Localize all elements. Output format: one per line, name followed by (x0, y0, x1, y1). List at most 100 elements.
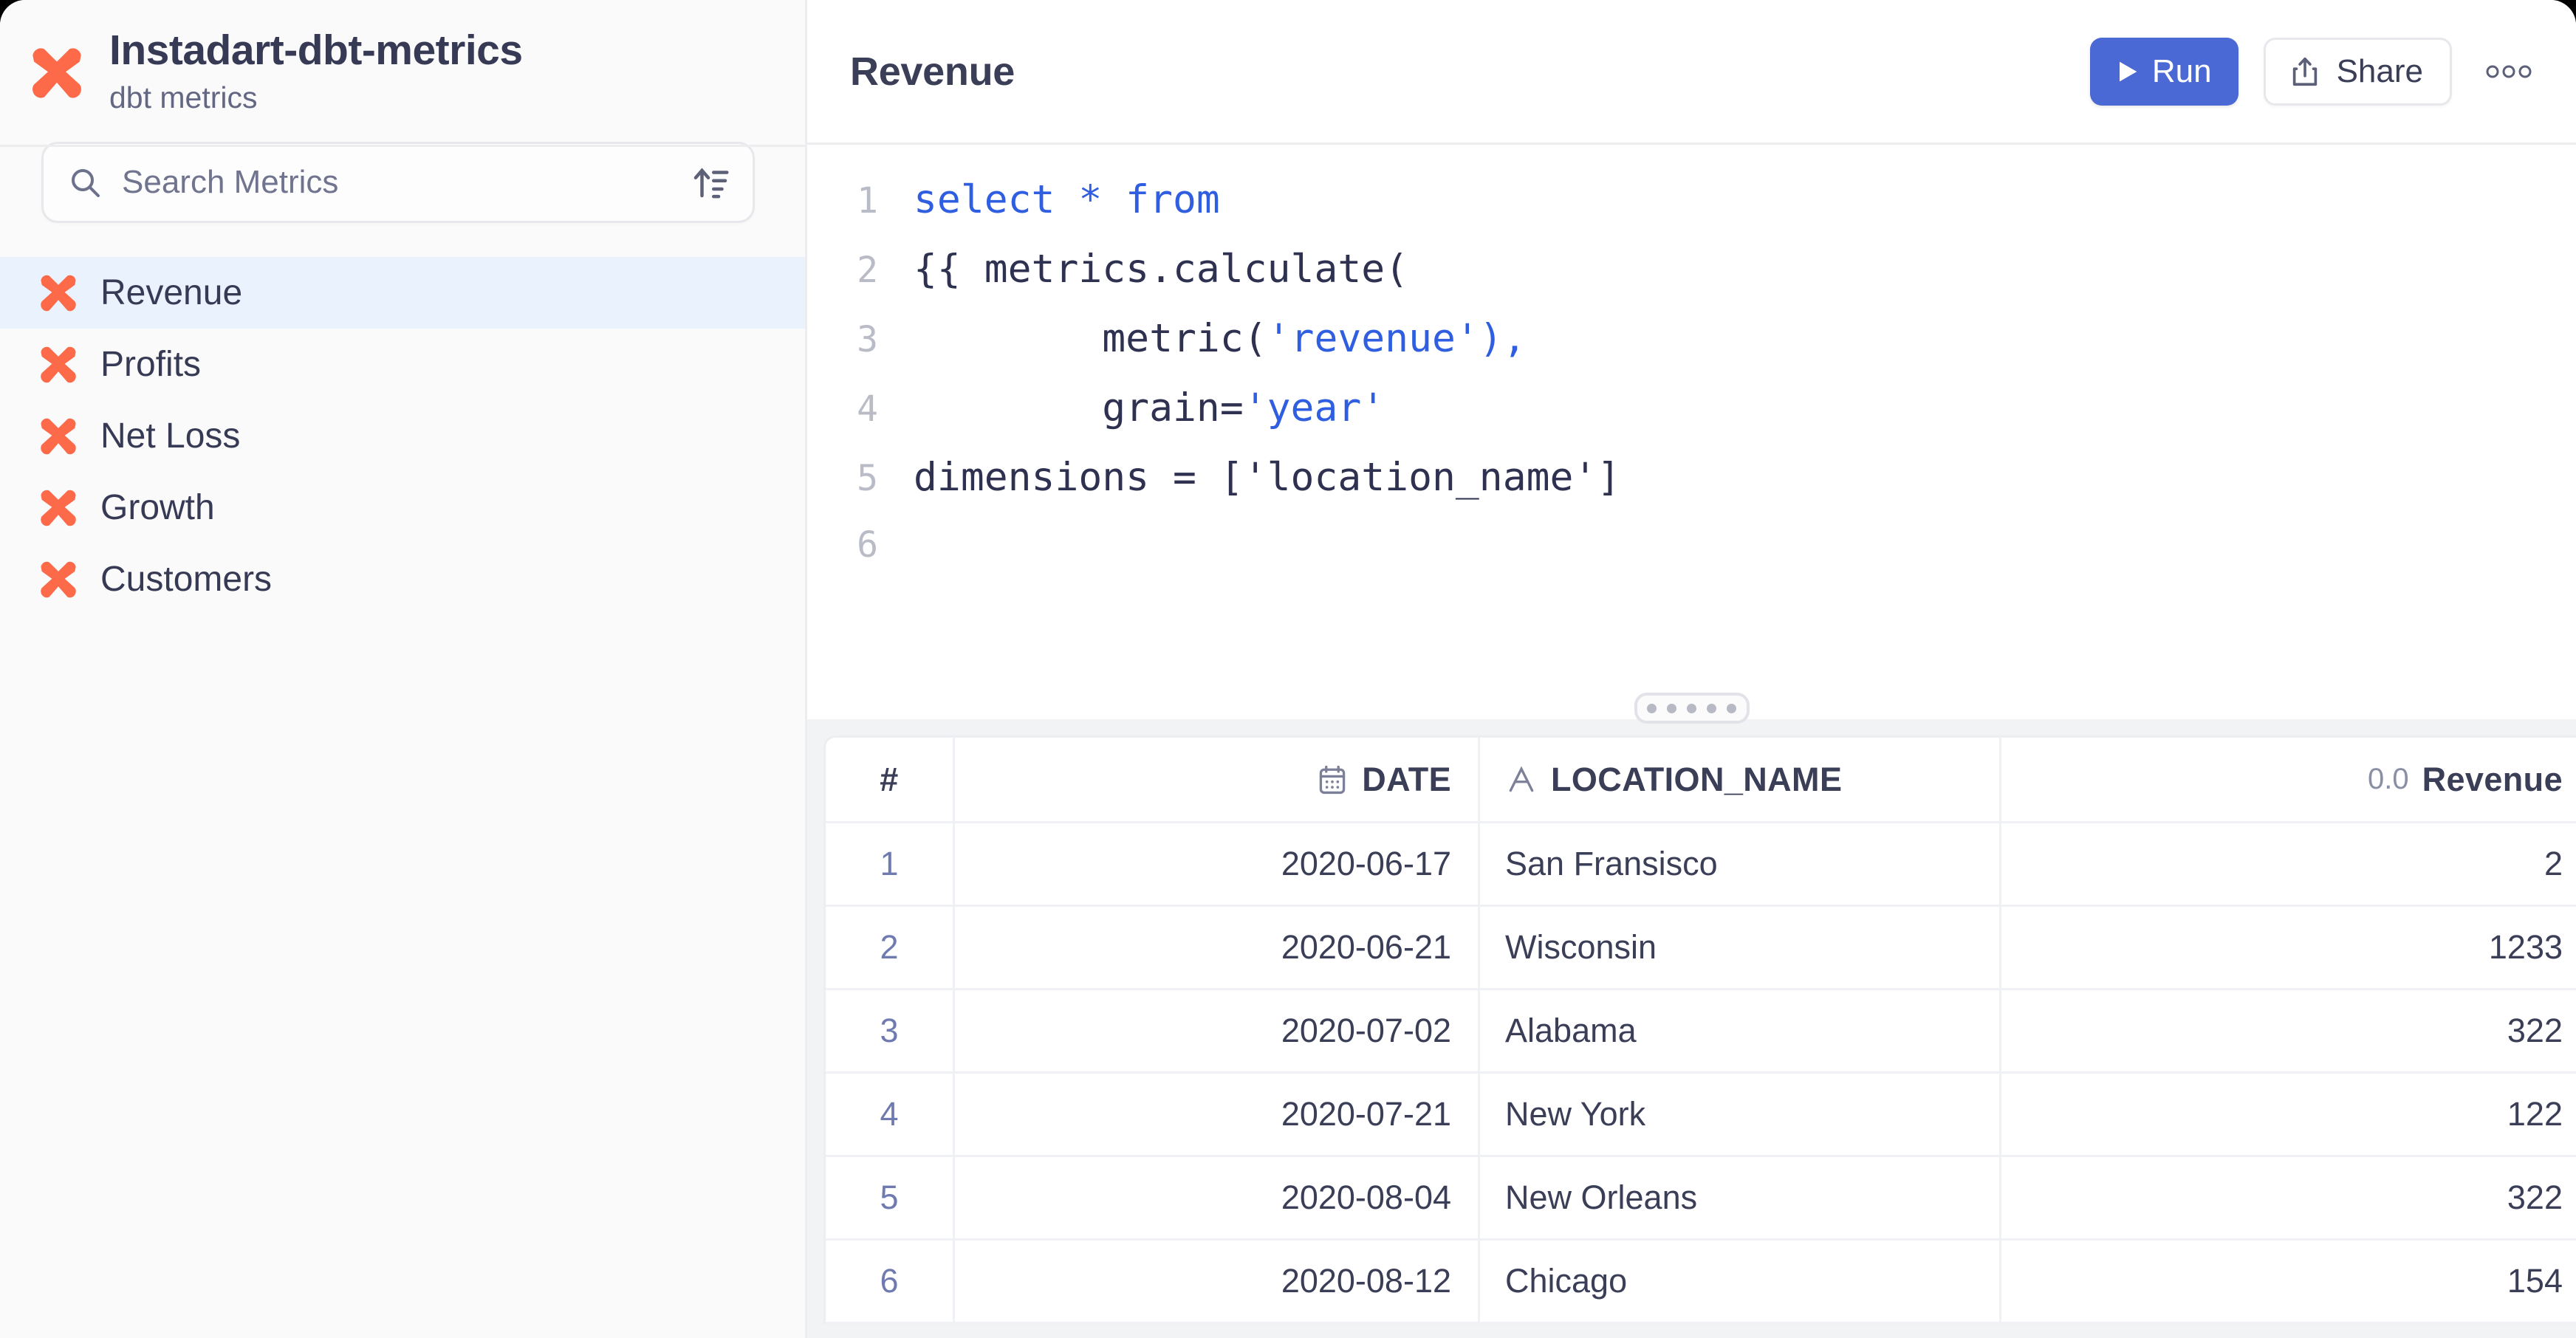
resize-handle[interactable] (1634, 693, 1750, 724)
dbt-logo-icon (41, 561, 76, 597)
app-window: Instadart-dbt-metrics dbt metrics Search… (0, 0, 2576, 1338)
row-index: 2 (880, 928, 899, 966)
table-row[interactable]: 4 2020-07-21 New York 122 (826, 1074, 2576, 1157)
cell-revenue: 322 (2001, 990, 2576, 1071)
column-header-date[interactable]: DATE (955, 738, 1480, 821)
table-row[interactable]: 6 2020-08-12 Chicago 154 (826, 1241, 2576, 1324)
code-content: dimensions = ['location_name'] (914, 455, 1620, 500)
code-line: 3 metric('revenue'), (807, 316, 2576, 385)
sidebar-item-growth[interactable]: Growth (0, 472, 805, 543)
dbt-logo-icon (32, 48, 81, 98)
cell-date: 2020-08-12 (955, 1241, 1480, 1322)
sidebar-item-customers[interactable]: Customers (0, 543, 805, 615)
location-value: Wisconsin (1505, 928, 1657, 966)
main-header: Revenue Run Share (807, 0, 2576, 145)
sidebar-item-label: Customers (100, 559, 273, 599)
brand-header: Instadart-dbt-metrics dbt metrics (0, 0, 805, 113)
run-button[interactable]: Run (2089, 37, 2238, 106)
cell-location: New York (1480, 1074, 2001, 1155)
code-line: 6 (807, 524, 2576, 594)
results-panel: # DATE LOCATION_NAME 0.0 Revenue 1 2020-… (807, 719, 2576, 1338)
cell-index: 1 (826, 823, 955, 905)
code-content: grain='year' (914, 385, 1385, 430)
table-header-row: # DATE LOCATION_NAME 0.0 Revenue (826, 738, 2576, 823)
cell-revenue: 122 (2001, 1074, 2576, 1155)
date-value: 2020-06-17 (1281, 845, 1451, 882)
cell-index: 3 (826, 990, 955, 1071)
handle-dot (1647, 703, 1657, 713)
sidebar-item-label: Profits (100, 344, 202, 384)
share-upload-icon (2292, 57, 2317, 86)
cell-location: Wisconsin (1480, 907, 2001, 988)
location-value: Alabama (1505, 1012, 1637, 1049)
code-line: 1 select * from (807, 177, 2576, 247)
dbt-logo-icon (41, 346, 76, 382)
revenue-value: 1233 (2488, 928, 2563, 966)
date-value: 2020-08-04 (1281, 1179, 1451, 1216)
cell-date: 2020-08-04 (955, 1157, 1480, 1238)
code-content: select * from (914, 177, 1220, 222)
sidebar-item-revenue[interactable]: Revenue (0, 257, 805, 329)
sidebar-item-label: Growth (100, 487, 215, 527)
code-token-string: 'year' (1243, 385, 1385, 430)
column-header-index[interactable]: # (826, 738, 955, 821)
share-button[interactable]: Share (2263, 37, 2452, 106)
code-line: 4 grain='year' (807, 385, 2576, 455)
cell-revenue: 2 (2001, 823, 2576, 905)
location-value: Chicago (1505, 1262, 1628, 1300)
cell-index: 6 (826, 1241, 955, 1322)
line-number: 2 (857, 250, 878, 291)
table-row[interactable]: 1 2020-06-17 San Fransisco 2 (826, 823, 2576, 907)
table-row[interactable]: 2 2020-06-21 Wisconsin 1233 (826, 907, 2576, 990)
search-input[interactable] (122, 164, 685, 201)
table-row[interactable]: 5 2020-08-04 New Orleans 322 (826, 1157, 2576, 1241)
code-line: 2 {{ metrics.calculate( (807, 247, 2576, 316)
search-metrics-box[interactable] (41, 142, 755, 223)
sort-ascending-icon[interactable] (692, 162, 732, 202)
code-token: metric( (914, 316, 1267, 361)
sidebar: Instadart-dbt-metrics dbt metrics Search… (0, 0, 807, 1338)
line-number: 6 (857, 524, 878, 566)
play-icon (2119, 61, 2137, 81)
sidebar-item-label: Revenue (100, 272, 243, 312)
location-value: New York (1505, 1095, 1646, 1133)
code-content: metric('revenue'), (914, 316, 1527, 361)
code-token: dimensions = ['location_name'] (914, 455, 1621, 500)
location-value: San Fransisco (1505, 845, 1718, 882)
sidebar-item-net-loss[interactable]: Net Loss (0, 400, 805, 472)
text-type-icon (1509, 766, 1534, 792)
column-header-revenue[interactable]: 0.0 Revenue (2001, 738, 2576, 821)
search-icon (72, 169, 100, 197)
code-content: {{ metrics.calculate( (914, 247, 1408, 292)
revenue-value: 322 (2507, 1179, 2563, 1216)
cell-date: 2020-06-17 (955, 823, 1480, 905)
handle-dot (1726, 703, 1736, 713)
date-value: 2020-06-21 (1281, 928, 1451, 966)
line-number: 4 (857, 388, 878, 430)
date-value: 2020-07-02 (1281, 1012, 1451, 1049)
code-token: {{ metrics.calculate( (914, 247, 1409, 292)
more-options-button[interactable] (2477, 40, 2541, 103)
cell-location: San Fransisco (1480, 823, 2001, 905)
line-number: 1 (857, 180, 878, 222)
date-value: 2020-07-21 (1281, 1095, 1451, 1133)
code-token: select * from (914, 177, 1220, 222)
location-value: New Orleans (1505, 1179, 1698, 1216)
calendar-icon (1320, 765, 1346, 794)
revenue-value: 322 (2507, 1012, 2563, 1049)
column-header-label: LOCATION_NAME (1551, 760, 1843, 798)
table-row[interactable]: 3 2020-07-02 Alabama 322 (826, 990, 2576, 1074)
column-header-label: Revenue (2422, 760, 2563, 798)
column-header-location-name[interactable]: LOCATION_NAME (1480, 738, 2001, 821)
number-type-icon: 0.0 (2368, 763, 2409, 795)
metric-list: Revenue Profits Net Loss Growth Customer… (0, 257, 805, 615)
cell-index: 2 (826, 907, 955, 988)
share-button-label: Share (2336, 52, 2423, 89)
row-index: 5 (880, 1179, 899, 1216)
sidebar-item-profits[interactable]: Profits (0, 329, 805, 400)
cell-date: 2020-07-21 (955, 1074, 1480, 1155)
editor-results-splitter[interactable] (807, 693, 2576, 724)
run-button-label: Run (2151, 52, 2212, 89)
sql-editor[interactable]: 1 select * from 2 {{ metrics.calculate( … (807, 145, 2576, 700)
code-token: ), (1479, 316, 1527, 361)
